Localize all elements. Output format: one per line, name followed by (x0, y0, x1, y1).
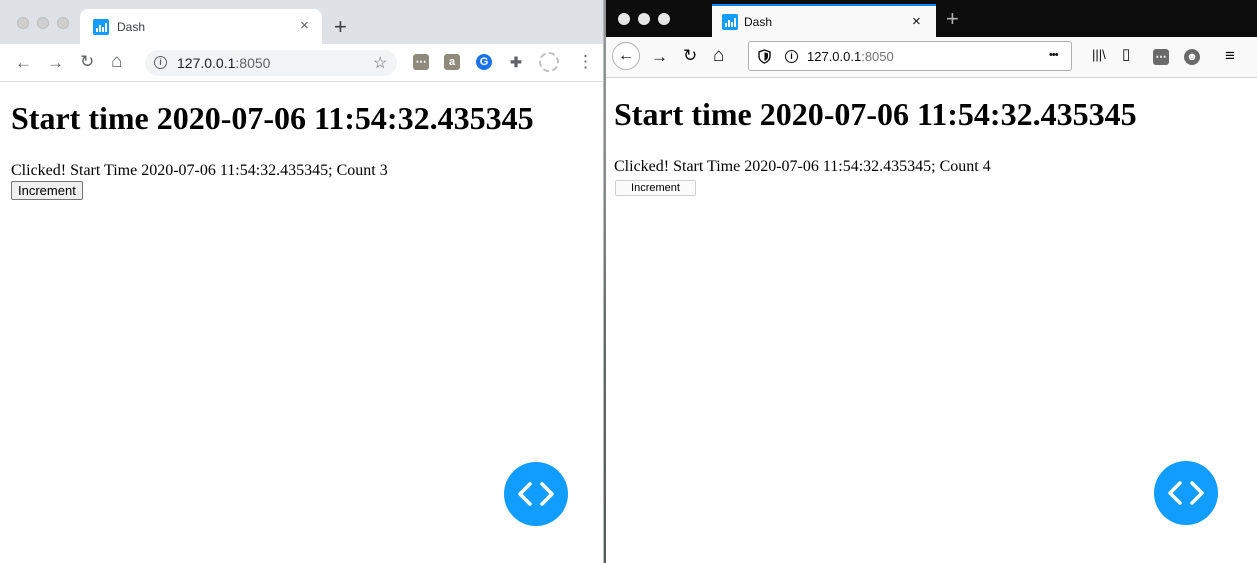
bookmark-star-icon[interactable]: ☆ (373, 53, 387, 73)
puzzle-icon[interactable]: ✚ (508, 54, 524, 70)
click-status-text: Clicked! Start Time 2020-07-06 11:54:32.… (614, 158, 991, 175)
new-tab-button[interactable]: + (946, 8, 959, 30)
tab-dash[interactable]: Dash × (712, 4, 936, 37)
chrome-menu-icon[interactable]: ⋮ (577, 53, 594, 70)
reload-icon[interactable]: ↻ (683, 47, 697, 64)
tab-title: Dash (744, 15, 773, 29)
close-window-button[interactable] (17, 17, 29, 29)
maximize-window-button[interactable] (658, 13, 670, 25)
tab-dash[interactable]: Dash × (80, 9, 322, 44)
account-icon[interactable]: ☻ (1184, 49, 1200, 65)
extension-dots-icon[interactable]: ⋯ (1153, 49, 1169, 65)
start-time-heading: Start time 2020-07-06 11:54:32.435345 (614, 96, 1137, 132)
firefox-toolbar: ← → ↻ ⌂ i 127.0.0.1:8050 ••• |||\ ▯ ⋯ ☻ … (606, 37, 1257, 78)
extension-g-icon[interactable]: G (476, 54, 492, 70)
close-tab-icon[interactable]: × (912, 14, 921, 29)
forward-icon[interactable]: → (47, 54, 64, 71)
minimize-window-button[interactable] (638, 13, 650, 25)
url-text: 127.0.0.1:8050 (807, 49, 894, 64)
page-actions-icon[interactable]: ••• (1049, 50, 1059, 61)
library-icon[interactable]: |||\ (1092, 48, 1106, 61)
tab-title: Dash (117, 20, 146, 34)
address-bar[interactable]: i 127.0.0.1:8050 ••• (748, 41, 1072, 71)
firefox-window: Dash × + ← → ↻ ⌂ i 127.0.0.1:8050 ••• ||… (606, 0, 1257, 563)
site-info-icon[interactable]: i (785, 50, 798, 63)
code-brackets-icon (1168, 481, 1204, 505)
dash-favicon-icon (722, 14, 738, 30)
extension-a-icon[interactable]: a (444, 54, 460, 70)
chrome-toolbar: ← → ↻ ⌂ i 127.0.0.1:8050 ☆ ⋯ a G ✚ ⋮ (0, 44, 603, 82)
page-content: Start time 2020-07-06 11:54:32.435345 (11, 100, 534, 137)
address-bar[interactable]: i 127.0.0.1:8050 ☆ (145, 50, 397, 76)
close-tab-icon[interactable]: × (300, 18, 309, 33)
chrome-tabstrip: Dash × + (0, 0, 603, 44)
chrome-window: Dash × + ← → ↻ ⌂ i 127.0.0.1:8050 ☆ ⋯ a … (0, 0, 603, 563)
site-info-icon[interactable]: i (154, 56, 167, 69)
increment-button[interactable]: Increment (11, 181, 83, 200)
increment-button[interactable]: Increment (615, 180, 696, 196)
back-icon[interactable]: ← (15, 54, 32, 71)
dash-devtools-button[interactable] (1154, 461, 1218, 525)
forward-icon[interactable]: → (651, 48, 668, 65)
dash-favicon-icon (93, 19, 109, 35)
minimize-window-button[interactable] (37, 17, 49, 29)
page-content: Start time 2020-07-06 11:54:32.435345 (614, 96, 1137, 133)
extension-dots-icon[interactable]: ⋯ (413, 54, 429, 70)
close-window-button[interactable] (618, 13, 630, 25)
back-icon[interactable]: ← (612, 42, 640, 70)
new-tab-button[interactable]: + (334, 16, 347, 38)
firefox-tabstrip: Dash × + (606, 0, 1257, 37)
profile-avatar-icon[interactable] (539, 52, 559, 72)
url-text: 127.0.0.1:8050 (177, 55, 271, 71)
shield-icon[interactable] (758, 49, 771, 64)
click-status-text: Clicked! Start Time 2020-07-06 11:54:32.… (11, 162, 388, 179)
reload-icon[interactable]: ↻ (80, 53, 94, 70)
firefox-menu-icon[interactable]: ≡ (1225, 47, 1235, 64)
dash-devtools-button[interactable] (504, 462, 568, 526)
home-icon[interactable]: ⌂ (111, 52, 122, 71)
sidebar-icon[interactable]: ▯ (1122, 47, 1130, 62)
start-time-heading: Start time 2020-07-06 11:54:32.435345 (11, 100, 534, 136)
code-brackets-icon (518, 482, 554, 506)
home-icon[interactable]: ⌂ (713, 46, 724, 65)
maximize-window-button[interactable] (57, 17, 69, 29)
